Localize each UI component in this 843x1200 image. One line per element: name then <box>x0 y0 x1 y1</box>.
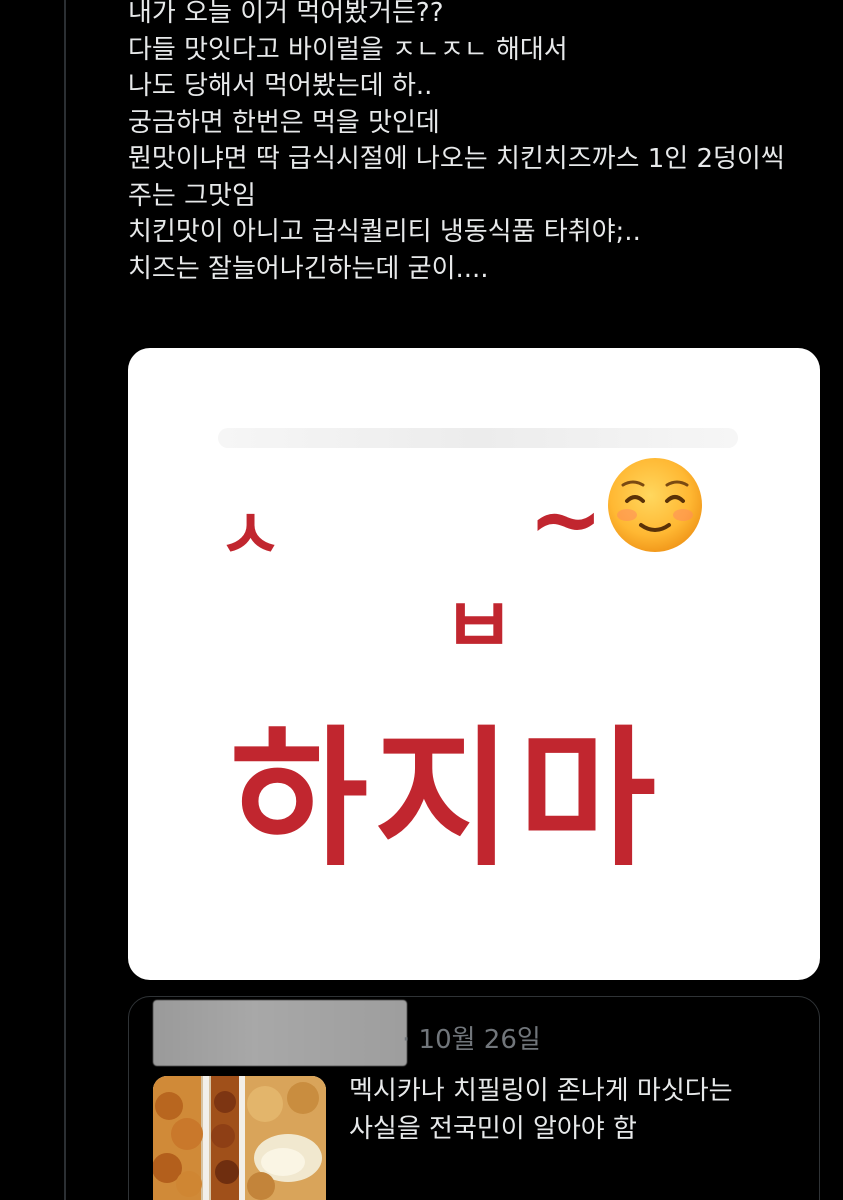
fried-chicken-photo-icon <box>153 1076 326 1200</box>
tweet-line: 주는 그맛임 <box>128 180 256 211</box>
page: 내가 오늘 이거 먹어봤거든?? 다들 맛잇다고 바이럴을 ㅈㄴㅈㄴ 해대서 나… <box>0 0 843 1200</box>
redacted-author-name <box>153 1000 407 1066</box>
thread-connector-line <box>64 0 66 1200</box>
quoted-tweet-line: 멕시카나 치필링이 존나게 마싯다는 <box>349 1076 733 1106</box>
meme-jamo-s: ㅅ <box>218 494 283 576</box>
meme-jamo-b: ㅂ <box>443 582 515 672</box>
tweet-line: 치킨맛이 아니고 급식퀄리티 냉동식품 타취야;.. <box>128 217 641 247</box>
tweet-line: 내가 오늘 이거 먹어봤거든?? <box>128 0 444 28</box>
faded-background-mark <box>218 428 738 448</box>
tweet-line: 나도 당해서 먹어봤는데 하.. <box>128 71 433 101</box>
quoted-tweet-date: · 10월 26일 <box>402 1025 541 1055</box>
meme-big-text: 하지마 <box>230 713 663 887</box>
tweet-line: 궁금하면 한번은 먹을 맛인데 <box>128 107 440 138</box>
smiling-face-with-smiling-eyes-icon <box>608 458 702 552</box>
quoted-tweet-line: 사실을 전국민이 알아야 함 <box>349 1114 637 1144</box>
tweet-line: 치즈는 잘늘어나긴하는데 굳이.... <box>128 253 489 284</box>
quoted-tweet-thumbnail[interactable] <box>153 1076 326 1200</box>
tweet-text: 내가 오늘 이거 먹어봤거든?? 다들 맛잇다고 바이럴을 ㅈㄴㅈㄴ 해대서 나… <box>128 0 828 287</box>
tweet-line: 다들 맛잇다고 바이럴을 ㅈㄴㅈㄴ 해대서 <box>128 34 568 65</box>
tweet-line: 뭔맛이냐면 딱 급식시절에 나오는 치킨치즈까스 1인 2덩이씩 <box>128 144 785 174</box>
meme-tilde: ~ <box>528 467 604 572</box>
quoted-tweet-text: 멕시카나 치필링이 존나게 마싯다는 사실을 전국민이 알아야 함 <box>349 1072 809 1148</box>
